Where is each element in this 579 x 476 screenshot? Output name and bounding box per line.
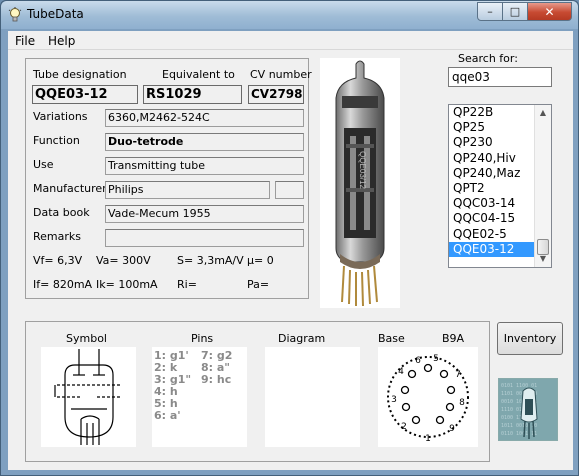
symbol-box [41, 347, 136, 447]
databook-label: Data book [33, 206, 90, 219]
chevron-down-icon[interactable]: ▼ [535, 251, 551, 267]
equivalent-field[interactable]: RS1029 [143, 85, 242, 104]
tube-info-panel: Tube designation Equivalent to CV number… [25, 58, 312, 299]
tube-photo: QQE03/12 [320, 58, 400, 308]
base-pin-number: 4 [398, 367, 404, 377]
manufacturer-label: Manufacturer [33, 182, 107, 195]
title-bar[interactable]: TubeData – □ ✕ [1, 1, 578, 29]
base-pin-number: 5 [433, 354, 439, 364]
equivalent-label: Equivalent to [162, 68, 235, 81]
svg-text:1011 0010 10: 1011 0010 10 [501, 423, 537, 429]
search-input[interactable]: qqe03 [448, 67, 552, 87]
list-scrollbar[interactable]: ▲ ▼ [534, 105, 551, 267]
databook-field[interactable]: Vade-Mecum 1955 [105, 205, 304, 223]
menu-bar: File Help [8, 31, 573, 50]
ri-value: Ri= [177, 278, 197, 291]
diagram-box [265, 347, 360, 447]
base-pin-number: 7 [455, 370, 461, 380]
cv-field[interactable]: CV2798 [248, 85, 304, 104]
use-field[interactable]: Transmitting tube [105, 157, 304, 175]
pin-entry: 9: hc [201, 373, 232, 386]
window-title: TubeData [27, 7, 84, 21]
symbol-label: Symbol [66, 332, 107, 345]
svg-text:0110 1001 11: 0110 1001 11 [501, 431, 537, 437]
s-value: S= 3,3mA/V [177, 254, 244, 267]
ik-value: Ik= 100mA [96, 278, 158, 291]
designation-field[interactable]: QQE03-12 [32, 85, 138, 104]
app-logo: 0101 1100 01 1101 0011 10 0010 1011 01 111… [498, 378, 558, 441]
remarks-field[interactable] [105, 229, 304, 247]
diagram-label: Diagram [278, 332, 326, 345]
base-pin-number: 8 [459, 398, 465, 408]
lightbulb-icon [8, 7, 22, 22]
base-pin-number: 3 [391, 395, 397, 405]
base-pin-number: 6 [415, 356, 421, 366]
base-pin-number: 2 [401, 422, 407, 432]
pins-label: Pins [191, 332, 214, 345]
search-label: Search for: [458, 52, 518, 65]
inventory-button[interactable]: Inventory [497, 322, 563, 355]
vf-value: Vf= 6,3V [33, 254, 83, 267]
base-label: Base [378, 332, 405, 345]
va-value: Va= 300V [96, 254, 151, 267]
use-label: Use [33, 158, 54, 171]
svg-text:QQE03/12: QQE03/12 [358, 151, 367, 189]
base-pin-number: 1 [425, 434, 431, 444]
menu-file[interactable]: File [15, 34, 35, 48]
base-box: 6 4 3 2 1 9 8 7 5 [378, 347, 478, 447]
menu-help[interactable]: Help [48, 34, 75, 48]
tube-logo-icon: 0101 1100 011101 0011 10 0010 1011 01111… [499, 379, 557, 440]
window-controls: – □ ✕ [477, 2, 572, 21]
pins-box: 1: g1' 2: k 3: g1" 4: h 5: h 6: a' 7: g2… [152, 347, 247, 447]
function-label: Function [33, 134, 80, 147]
maximize-button[interactable]: □ [503, 2, 528, 21]
mu-value: µ= 0 [247, 254, 274, 267]
chevron-up-icon[interactable]: ▲ [535, 105, 551, 121]
base-pin-number: 9 [449, 424, 455, 434]
pa-value: Pa= [247, 278, 270, 291]
manufacturer-field[interactable]: Philips [105, 181, 270, 199]
schematic-panel: Symbol Pins Diagram Base B9A 1: g1' 2: k… [25, 321, 490, 462]
pins-list-right: 7: g2 8: a" 9: hc [201, 350, 232, 386]
tube-symbol-icon [54, 349, 121, 445]
minimize-button[interactable]: – [477, 2, 503, 21]
base-type-label: B9A [442, 332, 465, 345]
app-window: TubeData – □ ✕ File Help Tube designatio… [0, 0, 579, 476]
vacuum-tube-image: QQE03/12 [335, 60, 385, 307]
close-button[interactable]: ✕ [528, 2, 572, 21]
base-pinout-icon: 6 4 3 2 1 9 8 7 5 [387, 354, 469, 444]
designation-label: Tube designation [33, 68, 127, 81]
manufacturer-code-field[interactable] [275, 181, 304, 199]
function-field[interactable]: Duo-tetrode [105, 133, 304, 151]
variations-field[interactable]: 6360,M2462-524C [105, 109, 304, 127]
client-area: File Help Tube designation Equivalent to… [8, 31, 573, 470]
pins-list-left: 1: g1' 2: k 3: g1" 4: h 5: h 6: a' [154, 350, 191, 422]
variations-label: Variations [33, 110, 88, 123]
remarks-label: Remarks [33, 230, 81, 243]
results-list[interactable]: QP22B QP25 QP230 QP240,Hiv QP240,Maz QPT… [448, 104, 552, 268]
if-value: If= 820mA [33, 278, 93, 291]
pin-entry: 6: a' [154, 409, 181, 422]
cv-label: CV number [250, 68, 312, 81]
